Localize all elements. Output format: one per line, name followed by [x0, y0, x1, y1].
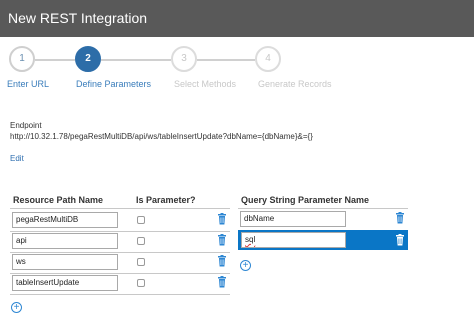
step-number: 4: [265, 53, 271, 64]
wizard-step-label-define-parameters[interactable]: Define Parameters: [76, 79, 151, 89]
wizard-steps: 1 2 3 4 Enter URL Define Parameters Sele…: [0, 37, 474, 97]
delete-row-trash-icon[interactable]: [217, 213, 227, 225]
add-resource-path-button[interactable]: +: [11, 302, 22, 313]
query-string-input-value: sql: [245, 235, 256, 244]
query-string-input[interactable]: sql: [241, 232, 346, 248]
endpoint-url: http://10.32.1.78/pegaRestMultiDB/api/ws…: [10, 132, 313, 141]
endpoint-label: Endpoint: [10, 121, 42, 130]
wizard-track: [101, 59, 171, 61]
wizard-step-label-select-methods: Select Methods: [174, 79, 237, 89]
row-divider: [10, 273, 230, 274]
row-divider: [10, 252, 230, 253]
delete-row-trash-icon[interactable]: [217, 255, 227, 267]
wizard-step-2[interactable]: 2: [75, 46, 101, 72]
wizard-track: [35, 59, 75, 61]
query-string-input[interactable]: dbName: [240, 211, 346, 227]
step-number: 3: [181, 53, 187, 64]
resource-path-input[interactable]: pegaRestMultiDB: [12, 212, 118, 228]
resource-path-input[interactable]: api: [12, 233, 118, 249]
delete-row-trash-icon[interactable]: [395, 212, 405, 224]
is-parameter-checkbox[interactable]: [137, 258, 145, 266]
resource-path-input[interactable]: ws: [12, 254, 118, 270]
wizard-step-3: 3: [171, 46, 197, 72]
step-number: 2: [85, 53, 91, 64]
step-number: 1: [19, 53, 25, 64]
is-parameter-checkbox[interactable]: [137, 216, 145, 224]
resource-path-name-header: Resource Path Name: [13, 195, 104, 205]
wizard-step-4: 4: [255, 46, 281, 72]
is-parameter-header: Is Parameter?: [136, 195, 196, 205]
dialog-title-bar: New REST Integration: [0, 0, 474, 37]
resource-path-header-divider: [10, 208, 230, 209]
delete-row-trash-icon[interactable]: [395, 234, 405, 246]
dialog-title: New REST Integration: [8, 10, 148, 26]
wizard-step-label-enter-url[interactable]: Enter URL: [7, 79, 49, 89]
add-query-string-button[interactable]: +: [240, 260, 251, 271]
edit-endpoint-link[interactable]: Edit: [10, 154, 24, 163]
delete-row-trash-icon[interactable]: [217, 276, 227, 288]
wizard-step-1[interactable]: 1: [9, 46, 35, 72]
row-divider: [10, 231, 230, 232]
wizard-step-label-generate-records: Generate Records: [258, 79, 332, 89]
is-parameter-checkbox[interactable]: [137, 237, 145, 245]
row-divider: [10, 294, 230, 295]
query-string-parameter-name-header: Query String Parameter Name: [241, 195, 370, 205]
delete-row-trash-icon[interactable]: [217, 234, 227, 246]
is-parameter-checkbox[interactable]: [137, 279, 145, 287]
query-string-header-divider: [238, 208, 408, 209]
resource-path-input[interactable]: tableInsertUpdate: [12, 275, 118, 291]
wizard-track: [197, 59, 255, 61]
